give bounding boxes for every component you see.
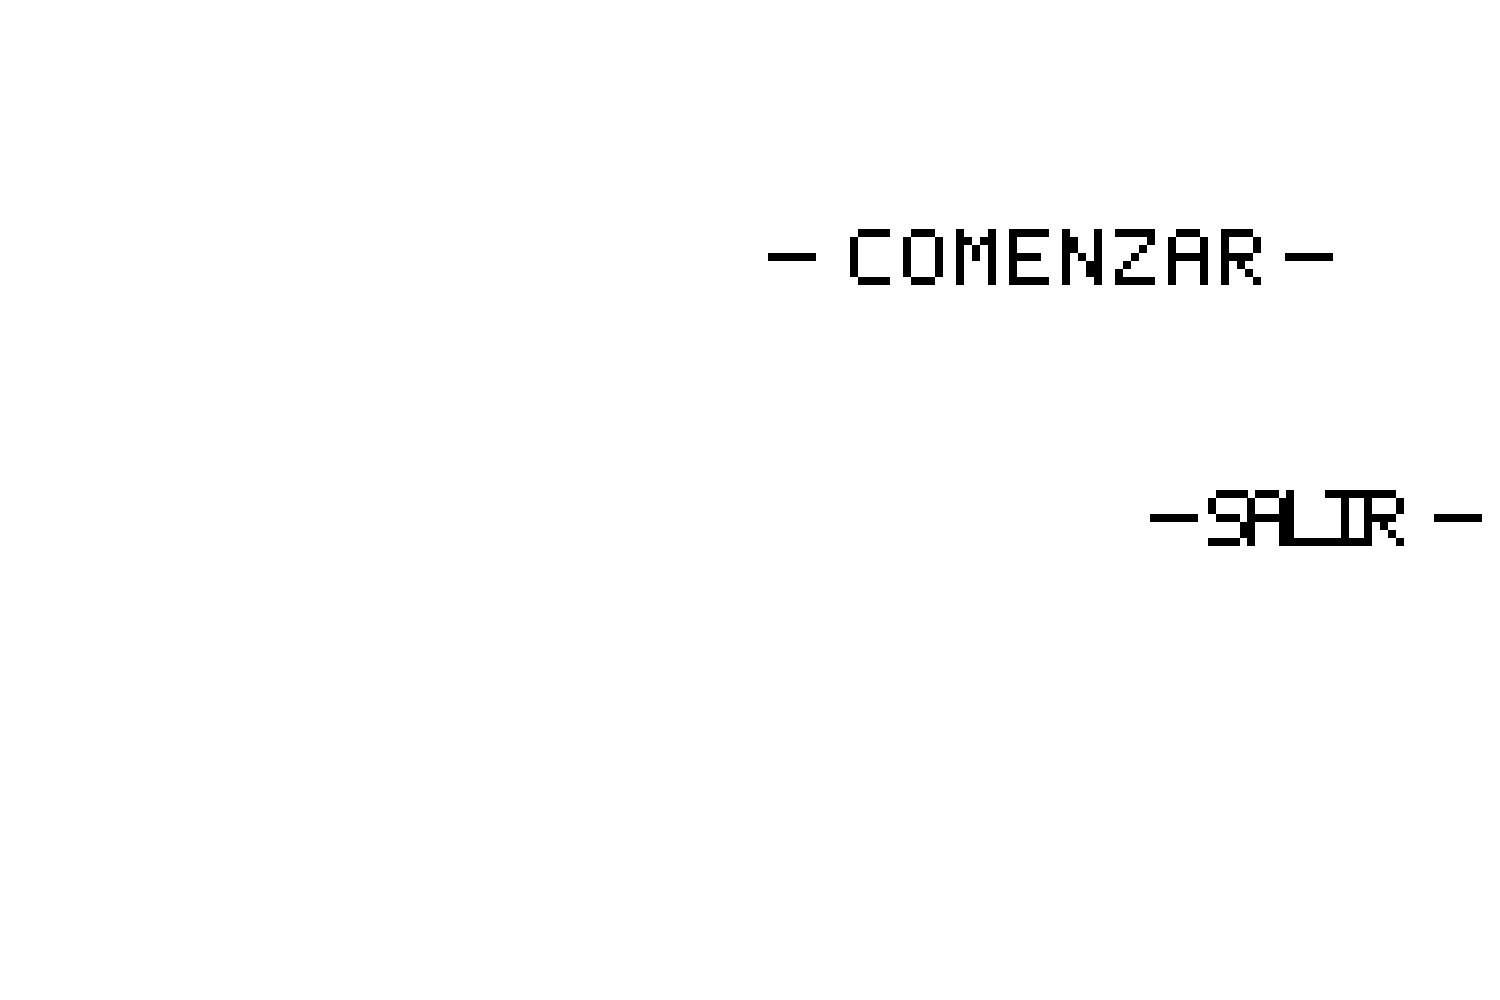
- pixel-letter: [1009, 229, 1049, 285]
- pixel-letter: [1221, 229, 1261, 285]
- title-menu-screen: COMENZAR SALIR: [0, 0, 1500, 1000]
- pixel-letter: [1115, 229, 1155, 285]
- exit-menu-option[interactable]: SALIR: [1150, 490, 1482, 546]
- pixel-letter: [956, 229, 996, 285]
- pixel-letter: [1247, 490, 1287, 546]
- right-dash-marker: [1285, 253, 1333, 261]
- pixel-letter: [903, 229, 943, 285]
- pixel-letter: [1364, 490, 1404, 546]
- pixel-letter: [1325, 490, 1365, 546]
- left-dash-marker: [768, 253, 816, 261]
- left-dash-marker: [1150, 514, 1198, 522]
- pixel-letter: [1062, 229, 1102, 285]
- exit-option-graphic: [1150, 490, 1482, 546]
- right-dash-marker: [1434, 514, 1482, 522]
- start-option-graphic: [768, 229, 1333, 285]
- pixel-letter: [850, 229, 890, 285]
- start-menu-option[interactable]: COMENZAR: [768, 229, 1333, 285]
- pixel-letter: [1286, 490, 1326, 546]
- pixel-letter: [1168, 229, 1208, 285]
- pixel-letter: [1208, 490, 1248, 546]
